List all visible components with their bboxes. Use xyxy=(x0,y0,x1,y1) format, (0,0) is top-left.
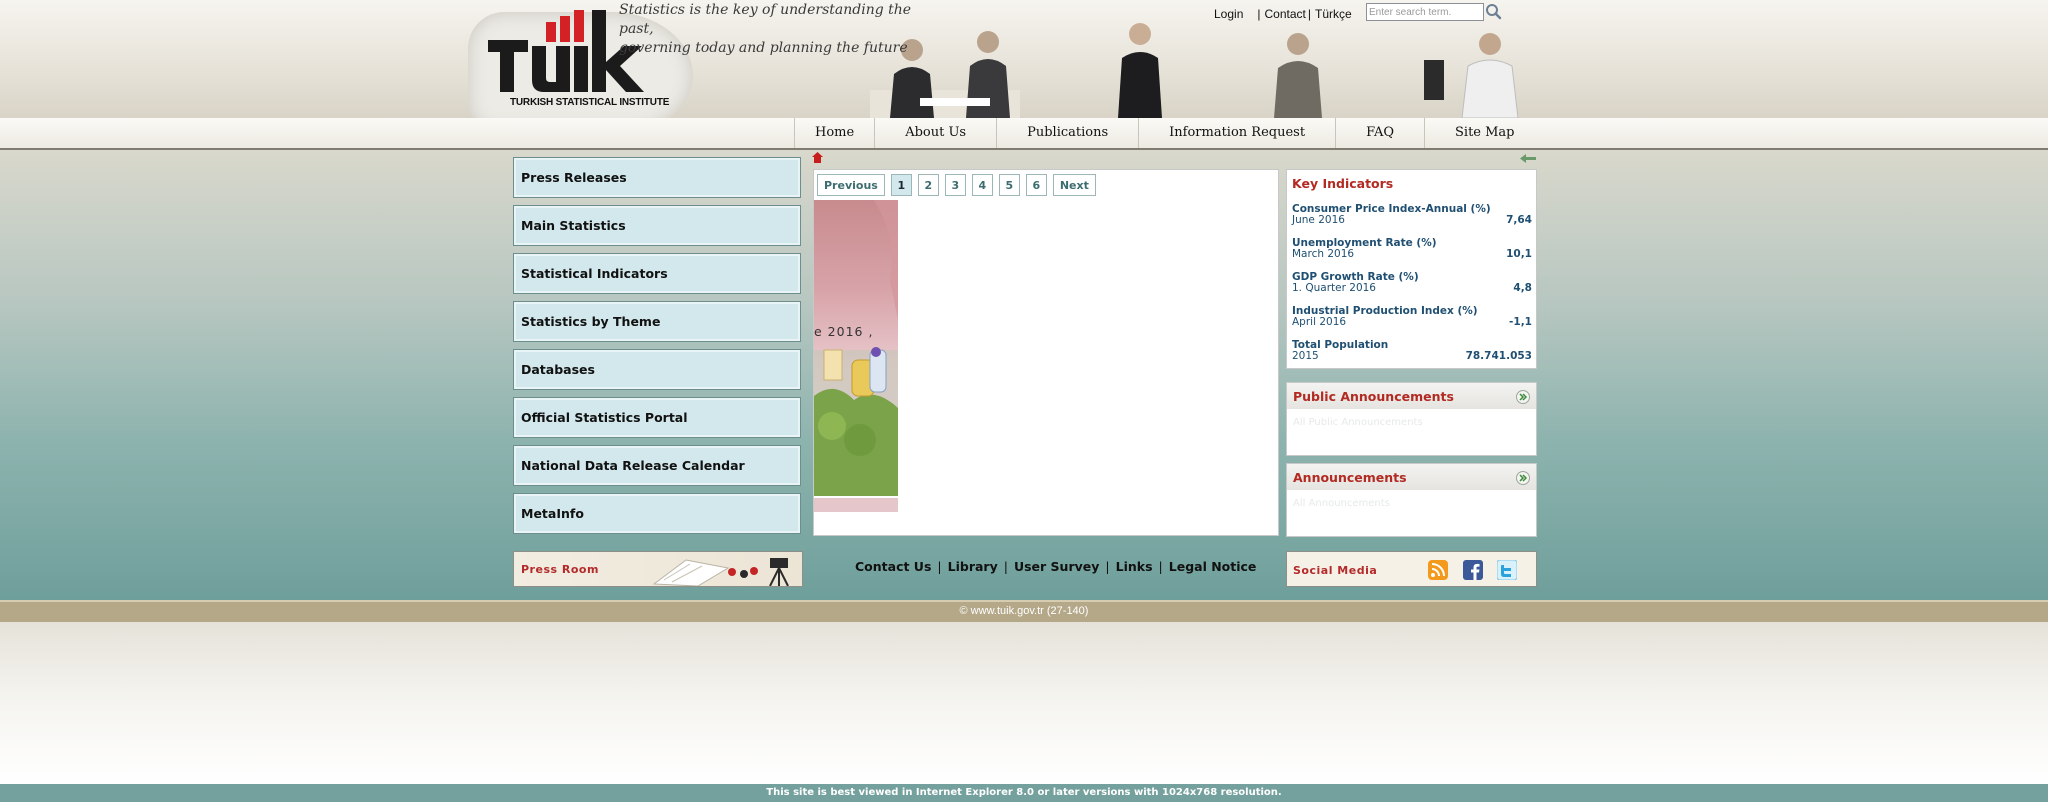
indicator-value: 4,8 xyxy=(1513,282,1532,294)
separator: | xyxy=(1307,7,1311,21)
indicator-value: 10,1 xyxy=(1506,248,1532,260)
pager-page-button[interactable]: 1 xyxy=(890,174,912,196)
featured-slider-panel: Previous 1 2 3 4 5 6 Next e 2016 , xyxy=(813,169,1279,536)
nav-publications[interactable]: Publications xyxy=(996,118,1138,148)
menu-statistics-by-theme[interactable]: Statistics by Theme xyxy=(513,301,801,342)
slide-caption: e 2016 , xyxy=(814,324,874,339)
indicator-item[interactable]: Consumer Price Index-Annual (%) June 201… xyxy=(1292,203,1532,233)
indicator-period: March 2016 xyxy=(1292,248,1355,260)
pager-next-button[interactable]: Next xyxy=(1052,174,1096,196)
indicator-period: 2015 xyxy=(1292,350,1319,362)
social-media-box: Social Media xyxy=(1286,551,1537,587)
nav-faq[interactable]: FAQ xyxy=(1335,118,1424,148)
menu-databases[interactable]: Databases xyxy=(513,349,801,390)
indicator-item[interactable]: Industrial Production Index (%) April 20… xyxy=(1292,305,1532,335)
nav-site-map[interactable]: Site Map xyxy=(1424,118,1545,148)
indicator-value: 78.741.053 xyxy=(1465,350,1532,362)
grocery-illustration xyxy=(814,200,898,496)
pager-previous-button[interactable]: Previous xyxy=(817,174,885,196)
indicator-item[interactable]: Unemployment Rate (%) March 2016 10,1 xyxy=(1292,237,1532,267)
separator: | xyxy=(1257,7,1261,21)
public-announcements-box: Public Announcements All Public Announce… xyxy=(1286,382,1537,456)
press-room-label: Press Room xyxy=(521,563,599,576)
back-arrow-icon[interactable] xyxy=(1520,154,1536,163)
social-media-label: Social Media xyxy=(1293,564,1378,577)
logo-caption: TURKISH STATISTICAL INSTITUTE xyxy=(510,97,670,108)
footer-library[interactable]: Library xyxy=(948,559,998,574)
indicator-value: 7,64 xyxy=(1506,214,1532,226)
nav-about-us[interactable]: About Us xyxy=(874,118,996,148)
pager-page-button[interactable]: 4 xyxy=(971,174,993,196)
top-links: Login | Contact | Türkçe xyxy=(1214,5,1352,23)
menu-national-data-release-calendar[interactable]: National Data Release Calendar xyxy=(513,445,801,486)
separator: | xyxy=(1105,558,1110,574)
press-room-banner[interactable]: Press Room xyxy=(513,551,803,587)
slogan-line-1: Statistics is the key of understanding t… xyxy=(619,2,912,37)
search-input[interactable] xyxy=(1366,3,1484,21)
slider-pager: Previous 1 2 3 4 5 6 Next xyxy=(817,174,1102,196)
press-room-illustration xyxy=(652,558,789,586)
footer-contact-us[interactable]: Contact Us xyxy=(855,559,931,574)
pager-page-button[interactable]: 6 xyxy=(1025,174,1047,196)
more-arrow-icon[interactable] xyxy=(1516,471,1530,485)
slide-strip xyxy=(814,498,898,512)
home-icon[interactable] xyxy=(812,152,823,163)
contact-link[interactable]: Contact xyxy=(1265,7,1306,21)
menu-main-statistics[interactable]: Main Statistics xyxy=(513,205,801,246)
nav-home[interactable]: Home xyxy=(794,118,874,148)
lower-background xyxy=(0,622,2048,782)
public-announcements-all-link[interactable]: All Public Announcements xyxy=(1293,417,1423,428)
rss-icon[interactable] xyxy=(1428,560,1448,580)
left-menu: Press Releases Main Statistics Statistic… xyxy=(513,157,803,541)
announcements-header: Announcements xyxy=(1287,464,1536,490)
login-link[interactable]: Login xyxy=(1214,7,1243,21)
indicator-value: -1,1 xyxy=(1509,316,1532,328)
header-people-illustration xyxy=(870,23,1519,118)
pager-page-button[interactable]: 5 xyxy=(998,174,1020,196)
facebook-icon[interactable] xyxy=(1463,560,1483,580)
language-link[interactable]: Türkçe xyxy=(1315,7,1352,21)
footer-links-link[interactable]: Links xyxy=(1116,559,1153,574)
indicator-item[interactable]: Total Population 2015 78.741.053 xyxy=(1292,339,1532,369)
public-announcements-title: Public Announcements xyxy=(1293,389,1454,404)
browser-recommendation-bar: This site is best viewed in Internet Exp… xyxy=(0,784,2048,802)
announcements-box: Announcements All Announcements xyxy=(1286,463,1537,537)
main-nav: Home About Us Publications Information R… xyxy=(794,118,1545,148)
separator: | xyxy=(937,558,942,574)
separator: | xyxy=(1158,558,1163,574)
pager-page-button[interactable]: 2 xyxy=(917,174,939,196)
menu-press-releases[interactable]: Press Releases xyxy=(513,157,801,198)
separator: | xyxy=(1003,558,1008,574)
indicator-period: June 2016 xyxy=(1292,214,1345,226)
main-nav-bar: Home About Us Publications Information R… xyxy=(0,118,2048,150)
footer-legal-notice[interactable]: Legal Notice xyxy=(1169,559,1257,574)
public-announcements-header: Public Announcements xyxy=(1287,383,1536,409)
header-slogan: Statistics is the key of understanding t… xyxy=(619,1,949,58)
key-indicators-box: Key Indicators Consumer Price Index-Annu… xyxy=(1286,169,1537,369)
key-indicators-title: Key Indicators xyxy=(1292,176,1394,191)
slogan-line-2: governing today and planning the future xyxy=(619,40,908,56)
indicator-period: 1. Quarter 2016 xyxy=(1292,282,1376,294)
indicator-item[interactable]: GDP Growth Rate (%) 1. Quarter 2016 4,8 xyxy=(1292,271,1532,301)
nav-information-request[interactable]: Information Request xyxy=(1138,118,1335,148)
twitter-icon[interactable] xyxy=(1497,560,1517,580)
menu-official-statistics-portal[interactable]: Official Statistics Portal xyxy=(513,397,801,438)
footer-user-survey[interactable]: User Survey xyxy=(1014,559,1099,574)
footer-links: Contact Us | Library | User Survey | Lin… xyxy=(855,558,1256,574)
announcements-all-link[interactable]: All Announcements xyxy=(1293,498,1390,509)
announcements-title: Announcements xyxy=(1293,470,1407,485)
search-icon[interactable] xyxy=(1484,3,1502,21)
more-arrow-icon[interactable] xyxy=(1516,390,1530,404)
copyright: © www.tuik.gov.tr (27-140) xyxy=(959,605,1089,617)
indicator-period: April 2016 xyxy=(1292,316,1347,328)
menu-statistical-indicators[interactable]: Statistical Indicators xyxy=(513,253,801,294)
menu-metainfo[interactable]: MetaInfo xyxy=(513,493,801,534)
pager-page-button[interactable]: 3 xyxy=(944,174,966,196)
slide-image[interactable]: e 2016 , xyxy=(814,200,898,496)
